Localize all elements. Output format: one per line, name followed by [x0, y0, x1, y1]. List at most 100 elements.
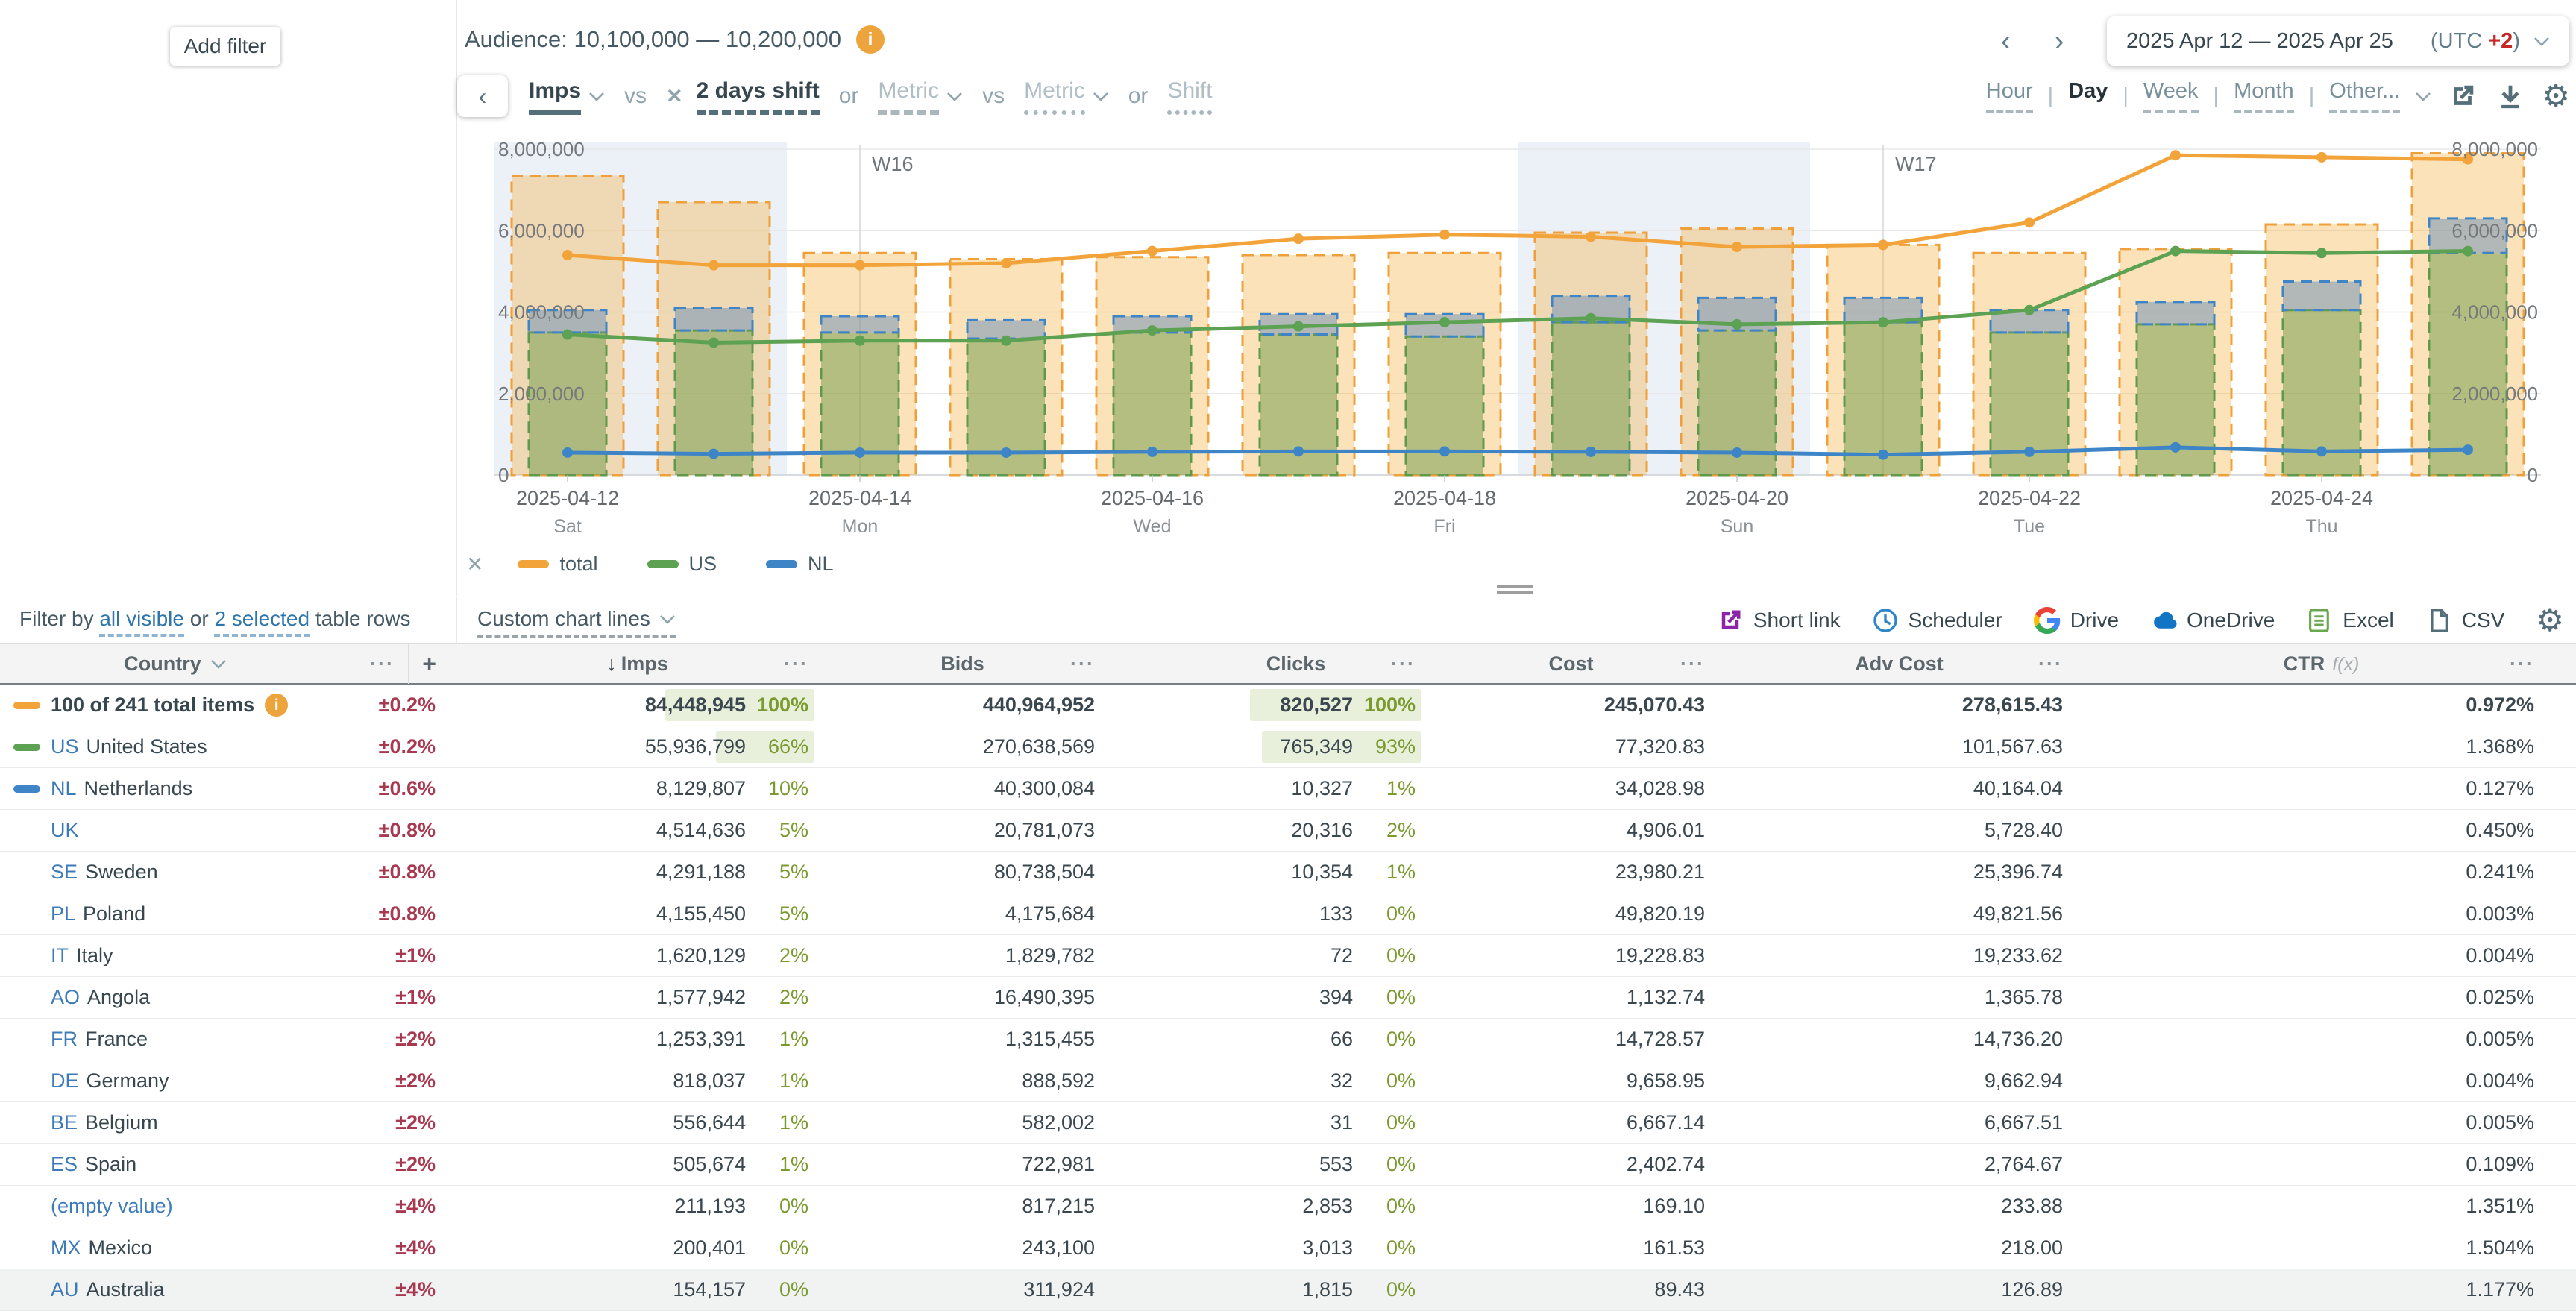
date-prev-button[interactable]: ‹ — [2001, 27, 2010, 54]
column-menu-icon[interactable]: ··· — [784, 653, 808, 676]
country-code-link[interactable]: NL — [51, 777, 77, 800]
table-row[interactable]: MX Mexico ±4% 200,4010% 243,100 3,0130% … — [0, 1227, 2576, 1269]
country-code-link[interactable]: US — [51, 735, 79, 758]
svg-text:2025-04-18: 2025-04-18 — [1393, 487, 1496, 509]
table-row[interactable]: 100 of 241 total items i ±0.2% 84,448,94… — [0, 685, 2576, 726]
table-row[interactable]: IT Italy ±1% 1,620,1292% 1,829,782 720% … — [0, 935, 2576, 977]
table-row[interactable]: BE Belgium ±2% 556,6441% 582,002 310% 6,… — [0, 1102, 2576, 1144]
table-settings-gear-icon[interactable]: ⚙ — [2536, 605, 2564, 636]
column-menu-icon[interactable]: ··· — [370, 653, 395, 676]
chevron-down-icon — [946, 91, 963, 102]
add-filter-button[interactable]: Add filter — [170, 27, 280, 66]
metric2-selector[interactable]: Metric — [878, 78, 963, 115]
column-header-ctr[interactable]: CTRf(x)··· — [2099, 644, 2576, 684]
table-row[interactable]: NL Netherlands ±0.6% 8,129,80710% 40,300… — [0, 768, 2576, 810]
column-menu-icon[interactable]: ··· — [1391, 653, 1416, 676]
collapse-panel-button[interactable]: ‹ — [457, 75, 508, 117]
column-header-imps[interactable]: ↓Imps··· — [456, 644, 820, 684]
excel-export-button[interactable]: Excel — [2306, 607, 2393, 634]
svg-text:6,000,000: 6,000,000 — [2451, 219, 2538, 242]
table-row[interactable]: FR France ±2% 1,253,3911% 1,315,455 660%… — [0, 1019, 2576, 1060]
date-next-button[interactable]: › — [2055, 27, 2064, 54]
table-row[interactable]: (empty value) ±4% 211,1930% 817,215 2,85… — [0, 1186, 2576, 1227]
granularity-month[interactable]: Month — [2234, 79, 2294, 113]
table-row[interactable]: ES Spain ±2% 505,6741% 722,981 5530% 2,4… — [0, 1144, 2576, 1186]
country-cell: FR France — [0, 1019, 351, 1060]
legend-item-nl[interactable]: NL — [766, 553, 834, 576]
country-code-link[interactable]: SE — [51, 861, 78, 884]
country-code-link[interactable]: AO — [51, 986, 80, 1009]
legend-item-us[interactable]: US — [647, 553, 717, 576]
onedrive-button[interactable]: OneDrive — [2150, 607, 2275, 634]
column-menu-icon[interactable]: ··· — [1680, 653, 1705, 676]
clicks-cell: 3940% — [1166, 977, 1427, 1018]
adv-cost-cell: 40,164.04 — [1726, 768, 2099, 809]
cost-cell: 89.43 — [1427, 1269, 1726, 1310]
granularity-week[interactable]: Week — [2143, 79, 2199, 113]
date-range-picker[interactable]: 2025 Apr 12 — 2025 Apr 25 (UTC +2) — [2107, 16, 2569, 66]
country-cell: MX Mexico — [0, 1227, 351, 1269]
country-code-link[interactable]: UK — [51, 819, 79, 842]
table-row[interactable]: AO Angola ±1% 1,577,9422% 16,490,395 394… — [0, 977, 2576, 1019]
column-header-cost[interactable]: Cost··· — [1427, 644, 1726, 684]
open-in-new-icon[interactable] — [2446, 80, 2479, 113]
column-menu-icon[interactable]: ··· — [2038, 653, 2063, 676]
custom-chart-lines-dropdown[interactable]: Custom chart lines — [477, 607, 676, 638]
table-row[interactable]: SE Sweden ±0.8% 4,291,1885% 80,738,504 1… — [0, 852, 2576, 893]
country-code-link[interactable]: BE — [51, 1111, 78, 1134]
table-row[interactable]: DE Germany ±2% 818,0371% 888,592 320% 9,… — [0, 1060, 2576, 1102]
clicks-cell: 3,0130% — [1166, 1227, 1427, 1269]
clicks-cell: 1330% — [1166, 893, 1427, 934]
chart-settings-gear-icon[interactable]: ⚙ — [2542, 81, 2570, 112]
column-header-adv-cost[interactable]: Adv Cost··· — [1726, 644, 2099, 684]
table-row[interactable]: US United States ±0.2% 55,936,79966% 270… — [0, 726, 2576, 768]
legend-close-icon[interactable]: ✕ — [466, 552, 483, 576]
bids-cell: 582,002 — [820, 1102, 1166, 1143]
add-column-button[interactable]: + — [422, 650, 436, 678]
country-code-link[interactable]: MX — [51, 1236, 81, 1260]
bids-cell: 722,981 — [820, 1144, 1166, 1185]
resize-handle[interactable] — [1497, 582, 1533, 597]
cost-cell: 2,402.74 — [1427, 1144, 1726, 1185]
shift-selector[interactable]: ✕2 days shift — [666, 78, 820, 115]
metric-selector[interactable]: Imps — [529, 78, 605, 115]
column-header-bids[interactable]: Bids··· — [820, 644, 1166, 684]
svg-text:Mon: Mon — [842, 516, 879, 537]
country-code-link[interactable]: DE — [51, 1069, 79, 1093]
column-menu-icon[interactable]: ··· — [2510, 653, 2534, 676]
csv-export-button[interactable]: CSV — [2425, 607, 2505, 634]
ctr-cell: 0.025% — [2099, 977, 2576, 1018]
country-name[interactable]: (empty value) — [51, 1195, 173, 1218]
country-code-link[interactable]: IT — [51, 944, 69, 967]
imps-cell: 556,6441% — [456, 1102, 820, 1143]
remove-shift-icon[interactable]: ✕ — [666, 85, 683, 108]
shift2-selector[interactable]: Shift — [1167, 78, 1212, 115]
country-code-link[interactable]: PL — [51, 902, 75, 925]
granularity-other[interactable]: Other... — [2329, 79, 2400, 113]
granularity-hour[interactable]: Hour — [1986, 79, 2033, 113]
ctr-cell: 0.127% — [2099, 768, 2576, 809]
column-header-clicks[interactable]: Clicks··· — [1166, 644, 1427, 684]
legend-item-total[interactable]: total — [518, 553, 597, 576]
metric3-selector[interactable]: Metric — [1024, 78, 1109, 115]
table-row[interactable]: PL Poland ±0.8% 4,155,4505% 4,175,684 13… — [0, 893, 2576, 935]
download-icon[interactable] — [2494, 80, 2527, 113]
table-row[interactable]: AU Australia ±4% 154,1570% 311,924 1,815… — [0, 1269, 2576, 1311]
selected-rows-link[interactable]: 2 selected — [214, 607, 310, 637]
country-code-link[interactable]: FR — [51, 1028, 78, 1051]
column-header-country[interactable]: Country — [0, 644, 351, 684]
scheduler-button[interactable]: Scheduler — [1872, 607, 2002, 634]
column-menu-icon[interactable]: ··· — [1070, 653, 1095, 676]
granularity-day[interactable]: Day — [2068, 79, 2108, 113]
table-row[interactable]: UK ±0.8% 4,514,6365% 20,781,073 20,3162%… — [0, 810, 2576, 852]
chart-canvas[interactable]: W16W17002,000,0002,000,0004,000,0004,000… — [457, 123, 2576, 570]
info-icon[interactable]: i — [856, 25, 885, 54]
filter-by-rows: Filter by all visible or 2 selected tabl… — [19, 607, 410, 631]
short-link-button[interactable]: Short link — [1717, 607, 1841, 634]
info-icon[interactable]: i — [265, 694, 288, 717]
all-visible-link[interactable]: all visible — [99, 607, 184, 637]
country-code-link[interactable]: ES — [51, 1153, 78, 1176]
country-code-link[interactable]: AU — [51, 1278, 79, 1301]
ctr-cell: 0.450% — [2099, 810, 2576, 851]
google-drive-button[interactable]: Drive — [2034, 607, 2119, 634]
